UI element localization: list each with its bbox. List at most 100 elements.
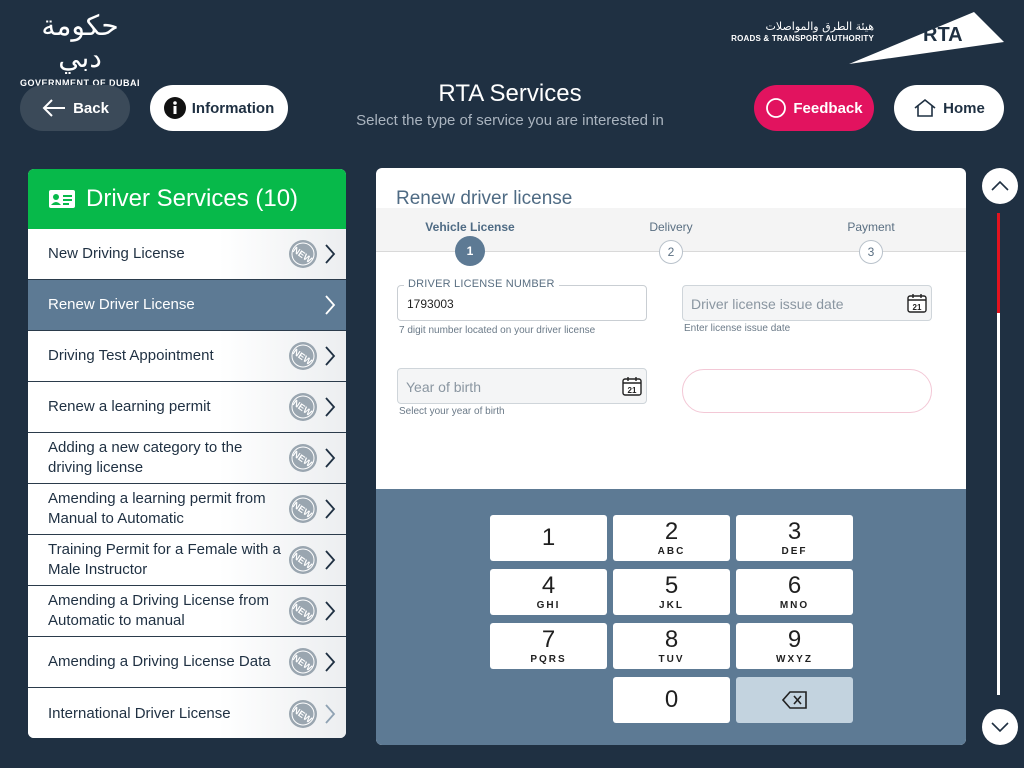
key-digit: 6 xyxy=(787,572,802,599)
svg-text:21: 21 xyxy=(913,303,922,312)
chevron-right-icon xyxy=(325,652,336,672)
service-label: Renew a learning permit xyxy=(48,398,211,415)
service-label: Training Permit for a Female with a Male… xyxy=(48,541,281,578)
service-item-training-permit-female[interactable]: Training Permit for a Female with a Male… xyxy=(28,535,346,586)
key-digit: 8 xyxy=(664,626,679,653)
key-6[interactable]: 6 MNO xyxy=(736,569,853,615)
key-3[interactable]: 3 DEF xyxy=(736,515,853,561)
key-letters: GHI xyxy=(536,600,561,611)
license-number-hint: 7 digit number located on your driver li… xyxy=(399,325,596,336)
key-2[interactable]: 2 ABC xyxy=(613,515,730,561)
key-letters: ABC xyxy=(657,546,686,557)
license-number-input[interactable]: DRIVER LICENSE NUMBER 1793003 xyxy=(397,278,647,321)
id-card-icon xyxy=(49,190,75,208)
chevron-right-icon xyxy=(325,550,336,570)
calendar-icon[interactable]: 21 xyxy=(622,376,642,396)
issue-date-hint: Enter license issue date xyxy=(684,323,791,334)
chevron-right-icon xyxy=(325,346,336,366)
key-letters: MNO xyxy=(779,600,810,611)
step-payment: Payment 3 xyxy=(811,220,931,264)
new-badge-icon: NEW xyxy=(289,495,317,523)
step-number: 2 xyxy=(659,240,683,264)
key-digit: 9 xyxy=(787,626,802,653)
feedback-button[interactable]: Feedback xyxy=(754,85,874,131)
key-digit: 4 xyxy=(541,572,556,599)
service-item-amend-learning-permit[interactable]: Amending a learning permit from Manual t… xyxy=(28,484,346,535)
service-item-renew-driver-license[interactable]: Renew Driver License xyxy=(28,280,346,331)
key-digit: 2 xyxy=(664,518,679,545)
step-label: Payment xyxy=(847,220,895,234)
driver-services-panel: Driver Services (10) New Driving License… xyxy=(28,169,346,738)
key-digit: 5 xyxy=(664,572,679,599)
step-label: Vehicle License xyxy=(425,220,515,234)
issue-date-placeholder: Driver license issue date xyxy=(691,296,844,312)
svg-text:RTA: RTA xyxy=(923,24,963,46)
issue-date-input[interactable]: Driver license issue date 21 xyxy=(682,285,932,321)
key-8[interactable]: 8 TUV xyxy=(613,623,730,669)
home-icon xyxy=(914,98,936,117)
back-label: Back xyxy=(73,99,109,117)
key-digit: 3 xyxy=(787,518,802,545)
step-label: Delivery xyxy=(649,220,693,234)
new-badge-icon: NEW xyxy=(289,444,317,472)
key-0[interactable]: 0 xyxy=(613,677,730,723)
scrollbar-thumb[interactable] xyxy=(997,213,1000,313)
empty-rounded-field[interactable] xyxy=(682,369,932,413)
steps-progress: Vehicle License 1 Delivery 2 Payment 3 xyxy=(376,208,966,266)
page-title: RTA Services xyxy=(438,80,582,107)
year-of-birth-hint: Select your year of birth xyxy=(399,406,505,417)
step-number: 3 xyxy=(859,240,883,264)
year-of-birth-input[interactable]: Year of birth 21 xyxy=(397,368,647,404)
key-9[interactable]: 9 WXYZ xyxy=(736,623,853,669)
home-button[interactable]: Home xyxy=(894,85,1004,131)
service-item-amend-license-transmission[interactable]: Amending a Driving License from Automati… xyxy=(28,586,346,637)
key-letters: DEF xyxy=(781,546,808,557)
rta-triangle-logo: RTA xyxy=(849,12,1004,64)
key-letters: TUV xyxy=(658,654,685,665)
service-item-driving-test-appointment[interactable]: Driving Test Appointment NEW xyxy=(28,331,346,382)
information-label: Information xyxy=(191,99,275,117)
back-button[interactable]: Back xyxy=(20,85,130,131)
scroll-up-button[interactable] xyxy=(982,168,1018,204)
service-item-new-driving-license[interactable]: New Driving License NEW xyxy=(28,229,346,280)
new-badge-icon: NEW xyxy=(289,597,317,625)
service-item-international-license[interactable]: International Driver License NEW xyxy=(28,688,346,738)
service-item-renew-learning-permit[interactable]: Renew a learning permit NEW xyxy=(28,382,346,433)
driver-services-header: Driver Services (10) xyxy=(28,169,346,229)
key-7[interactable]: 7 PQRS xyxy=(490,623,607,669)
backspace-icon xyxy=(781,691,807,709)
chevron-right-icon xyxy=(325,499,336,519)
scroll-down-button[interactable] xyxy=(982,709,1018,745)
calendar-icon[interactable]: 21 xyxy=(907,293,927,313)
arrow-left-icon xyxy=(42,99,66,117)
chevron-right-icon xyxy=(325,295,336,315)
service-label: Amending a Driving License from Automati… xyxy=(48,592,269,629)
service-label: Renew Driver License xyxy=(48,296,195,313)
form-title: Renew driver license xyxy=(396,188,573,209)
service-item-add-category[interactable]: Adding a new category to the driving lic… xyxy=(28,433,346,484)
step-number: 1 xyxy=(455,236,485,266)
license-number-label: DRIVER LICENSE NUMBER xyxy=(404,278,559,290)
key-4[interactable]: 4 GHI xyxy=(490,569,607,615)
key-letters: WXYZ xyxy=(776,654,813,665)
key-1[interactable]: 1 xyxy=(490,515,607,561)
license-number-value: 1793003 xyxy=(407,297,454,311)
driver-services-title: Driver Services (10) xyxy=(86,185,299,212)
page-subtitle: Select the type of service you are inter… xyxy=(356,112,664,129)
chevron-right-icon xyxy=(325,448,336,468)
key-letters: PQRS xyxy=(530,654,567,665)
step-delivery: Delivery 2 xyxy=(611,220,731,264)
feedback-icon xyxy=(766,98,787,118)
service-label: Driving Test Appointment xyxy=(48,347,214,364)
service-item-amend-license-data[interactable]: Amending a Driving License Data NEW xyxy=(28,637,346,688)
information-button[interactable]: Information xyxy=(150,85,288,131)
new-badge-icon: NEW xyxy=(289,393,317,421)
backspace-key[interactable] xyxy=(736,677,853,723)
svg-text:21: 21 xyxy=(628,386,637,395)
key-5[interactable]: 5 JKL xyxy=(613,569,730,615)
key-letters: JKL xyxy=(659,600,684,611)
gov-logo-arabic: حكومة دبي xyxy=(41,9,119,74)
chevron-right-icon xyxy=(325,397,336,417)
feedback-label: Feedback xyxy=(793,99,863,117)
scrollbar-track[interactable] xyxy=(997,213,1000,695)
